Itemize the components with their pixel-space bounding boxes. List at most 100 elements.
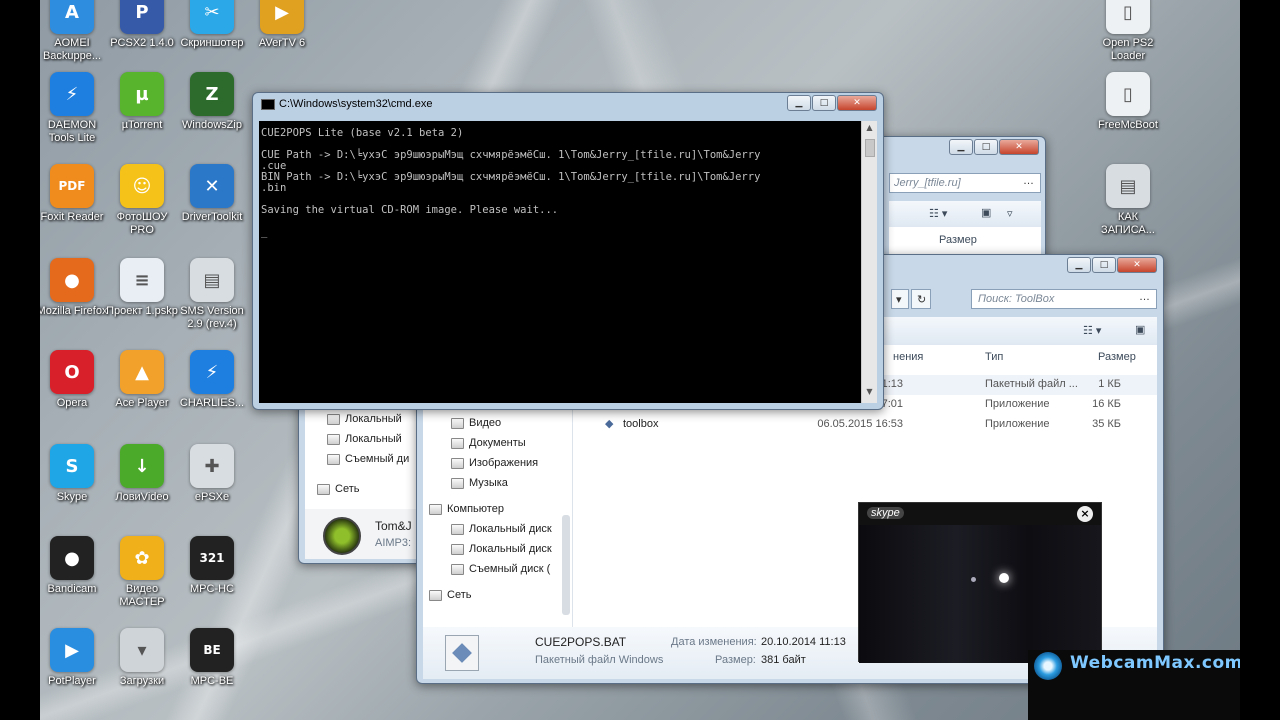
desktop-icon[interactable]: ▾ Загрузки [106, 628, 178, 688]
nav-item-label: Локальный [345, 433, 402, 445]
minimize-button[interactable]: ▁ [787, 95, 811, 111]
opera-icon: O [50, 350, 94, 394]
file-row[interactable]: ◆ toolbox 06.05.2015 16:53 Приложение 35 КБ [573, 415, 1157, 435]
desktop-icon[interactable]: ▤ КАК ЗАПИСА... [1092, 164, 1164, 237]
nav-item[interactable]: Локальный [327, 409, 409, 429]
maximize-button[interactable]: □ [1092, 257, 1116, 273]
skype-logo: skype [867, 507, 904, 519]
nav-scrollbar[interactable] [562, 515, 570, 615]
nav-item[interactable]: Локальный диск [451, 519, 552, 539]
search-input[interactable]: Поиск: ToolBox … [971, 289, 1157, 309]
desktop-icon[interactable]: ✂ Скриншотер [176, 0, 248, 50]
preview-pane-icon[interactable]: ▣ [1135, 323, 1145, 336]
desktop: A AOMEI Backuppe... P PCSX2 1.4.0 ✂ Скриншоте… [40, 0, 1240, 720]
desktop-icon[interactable]: A AOMEI Backuppe... [40, 0, 108, 63]
nav-item[interactable]: Локальный [327, 429, 409, 449]
desktop-icon[interactable]: µ µTorrent [106, 72, 178, 132]
nav-item[interactable]: Сеть [429, 585, 552, 605]
drive-icon [327, 453, 340, 465]
desktop-icon[interactable]: ● Mozilla Firefox [40, 258, 108, 318]
desktop-icon[interactable]: ▯ FreeMcBoot [1092, 72, 1164, 132]
nav-item[interactable]: Документы [451, 433, 552, 453]
desktop-icon[interactable]: ✕ DriverToolkit [176, 164, 248, 224]
column-size[interactable]: Размер [939, 234, 977, 246]
desktop-icon[interactable]: ✚ ePSXe [176, 444, 248, 504]
nav-item[interactable]: Видео [451, 413, 552, 433]
column-type[interactable]: Тип [985, 351, 1003, 363]
close-button[interactable]: ✕ [837, 95, 877, 111]
desktop-icon[interactable]: 321 MPC-HC [176, 536, 248, 596]
address-bar[interactable]: Jerry_[tfile.ru] … [889, 173, 1041, 193]
details-filename: CUE2POPS.BAT [535, 635, 627, 649]
close-button[interactable]: ✕ [999, 139, 1039, 155]
nav-item[interactable]: Съемный ди [327, 449, 409, 469]
desktop-icon[interactable]: ↓ ЛовиVideo [106, 444, 178, 504]
track-subtitle: AIMP3: [375, 537, 412, 549]
desktop-icon-label: MPC-HC [190, 583, 234, 595]
more-icon[interactable]: … [1139, 291, 1150, 303]
desktop-icon[interactable]: ⚡ CHARLIES... [176, 350, 248, 410]
nav-item[interactable]: Изображения [451, 453, 552, 473]
file-icon: ▯ [1106, 72, 1150, 116]
cmd-window[interactable]: C:\Windows\system32\cmd.exe ▁ □ ✕ CUE2PO… [252, 92, 884, 410]
nav-item-label: Музыка [469, 477, 508, 489]
folder-icon: ▤ [1106, 164, 1150, 208]
file-type: Приложение [985, 418, 1050, 430]
desktop-icon[interactable]: P PCSX2 1.4.0 [106, 0, 178, 50]
screenshot-icon: ✂ [190, 0, 234, 34]
desktop-icon[interactable]: ▶ PotPlayer [40, 628, 108, 688]
desktop-icon[interactable]: ≡ Проект 1.pskp [106, 258, 178, 318]
skype-titlebar: skype × [859, 503, 1101, 525]
refresh-button[interactable]: ↻ [911, 289, 931, 309]
desktop-icon[interactable]: BE MPC-BE [176, 628, 248, 688]
gamepad-icon: ✚ [190, 444, 234, 488]
console-output[interactable]: CUE2POPS Lite (base v2.1 beta 2) CUE Pat… [259, 121, 861, 403]
console-scrollbar[interactable]: ▲ ▼ [861, 121, 877, 403]
desktop-icon[interactable]: ☺ ФотоШОУ PRO [106, 164, 178, 237]
desktop-icon[interactable]: ▯ Open PS2 Loader [1092, 0, 1164, 63]
desktop-icon[interactable]: Z WindowsZip [176, 72, 248, 132]
desktop-icon[interactable]: ▲ Ace Player [106, 350, 178, 410]
folder-icon: ▤ [190, 258, 234, 302]
minimize-button[interactable]: ▁ [949, 139, 973, 155]
desktop-icon[interactable]: ✿ Видео МАСТЕР [106, 536, 178, 609]
view-icon[interactable]: ☷ ▾ [929, 207, 947, 220]
bandicam-icon: ● [50, 536, 94, 580]
file-size: 35 КБ [1092, 418, 1121, 430]
nav-item[interactable]: Сеть [317, 479, 409, 499]
library-icon [451, 543, 464, 555]
desktop-icon[interactable]: ▶ AVerTV 6 [246, 0, 318, 50]
desktop-icon[interactable]: S Skype [40, 444, 108, 504]
column-date[interactable]: нения [893, 351, 923, 363]
skype-icon: S [50, 444, 94, 488]
nav-item[interactable]: Музыка [451, 473, 552, 493]
skype-video-window[interactable]: skype × [858, 502, 1102, 663]
maximize-button[interactable]: □ [812, 95, 836, 111]
pcsx2-icon: P [120, 0, 164, 34]
desktop-icon[interactable]: ⚡ DAEMON Tools Lite [40, 72, 108, 145]
desktop-icon-label: CHARLIES... [179, 397, 245, 409]
minimize-button[interactable]: ▁ [1067, 257, 1091, 273]
desktop-icon[interactable]: O Opera [40, 350, 108, 410]
desktop-icon[interactable]: ▤ SMS Version 2.9 (rev.4) [176, 258, 248, 331]
more-icon[interactable]: … [1023, 175, 1034, 187]
help-icon[interactable]: ▿ [1007, 207, 1013, 220]
maximize-button[interactable]: □ [974, 139, 998, 155]
nav-item[interactable]: Съемный диск ( [451, 559, 552, 579]
nav-item[interactable]: Компьютер [429, 499, 552, 519]
cmd-icon [261, 99, 275, 110]
close-icon[interactable]: × [1077, 506, 1093, 522]
history-dropdown[interactable]: ▾ [891, 289, 909, 309]
desktop-icon-label: µTorrent [121, 119, 163, 131]
close-button[interactable]: ✕ [1117, 257, 1157, 273]
desktop-icon[interactable]: ● Bandicam [40, 536, 108, 596]
column-size[interactable]: Размер [1098, 351, 1136, 363]
view-icon[interactable]: ☷ ▾ [1083, 324, 1101, 337]
nav-item[interactable]: Локальный диск [451, 539, 552, 559]
desktop-icon[interactable]: PDF Foxit Reader [40, 164, 108, 224]
webcammax-watermark: WebcamMax.com [1028, 650, 1240, 720]
preview-pane-icon[interactable]: ▣ [981, 206, 991, 219]
file-type: Пакетный файл ... [985, 378, 1078, 390]
application-icon: ◆ [605, 418, 614, 430]
aimp-icon[interactable] [323, 517, 361, 555]
